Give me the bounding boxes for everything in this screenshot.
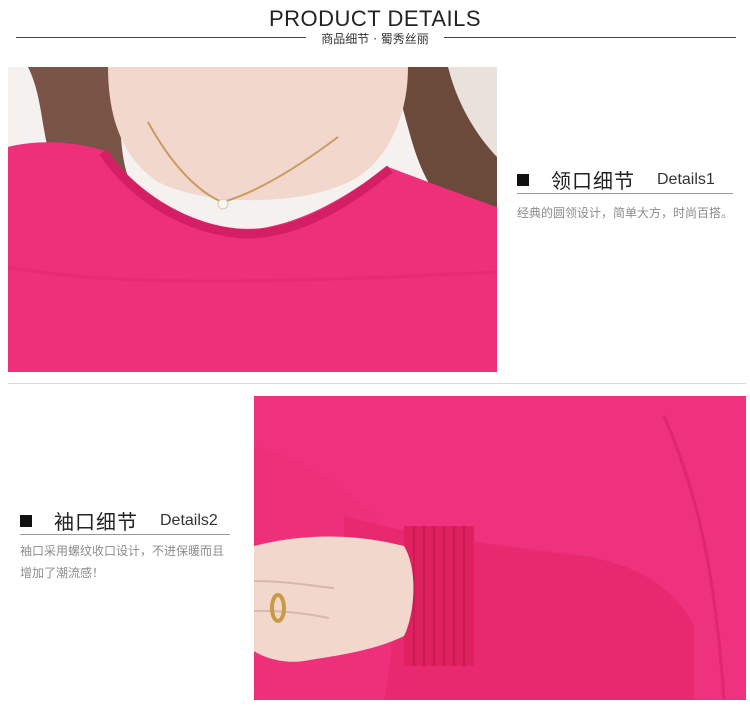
detail1-underline: [517, 193, 733, 194]
page-title: PRODUCT DETAILS: [268, 6, 482, 31]
detail1-heading: 领口细节 Details1: [517, 165, 715, 194]
page-subtitle: 商品细节 · 蜀秀丝丽: [321, 32, 429, 46]
bullet-square-icon: [517, 173, 529, 186]
cuff-photo: [254, 396, 746, 700]
detail2-label: Details2: [160, 511, 218, 529]
detail1-label: Details1: [657, 170, 715, 188]
page-header: PRODUCT DETAILS 商品细节 · 蜀秀丝丽: [0, 0, 750, 60]
bullet-square-icon: [20, 514, 32, 527]
detail2-heading: 袖口细节 Details2: [20, 506, 218, 535]
detail2-name: 袖口细节: [54, 510, 138, 534]
detail2-description: 袖口采用螺纹收口设计，不进保暖而且增加了潮流感！: [20, 544, 225, 580]
detail1-name: 领口细节: [551, 169, 635, 193]
detail1-description: 经典的圆领设计，简单大方，时尚百搭。: [517, 206, 734, 220]
detail2-underline: [20, 534, 230, 535]
section-divider: [8, 383, 746, 384]
neckline-photo: [8, 67, 497, 372]
